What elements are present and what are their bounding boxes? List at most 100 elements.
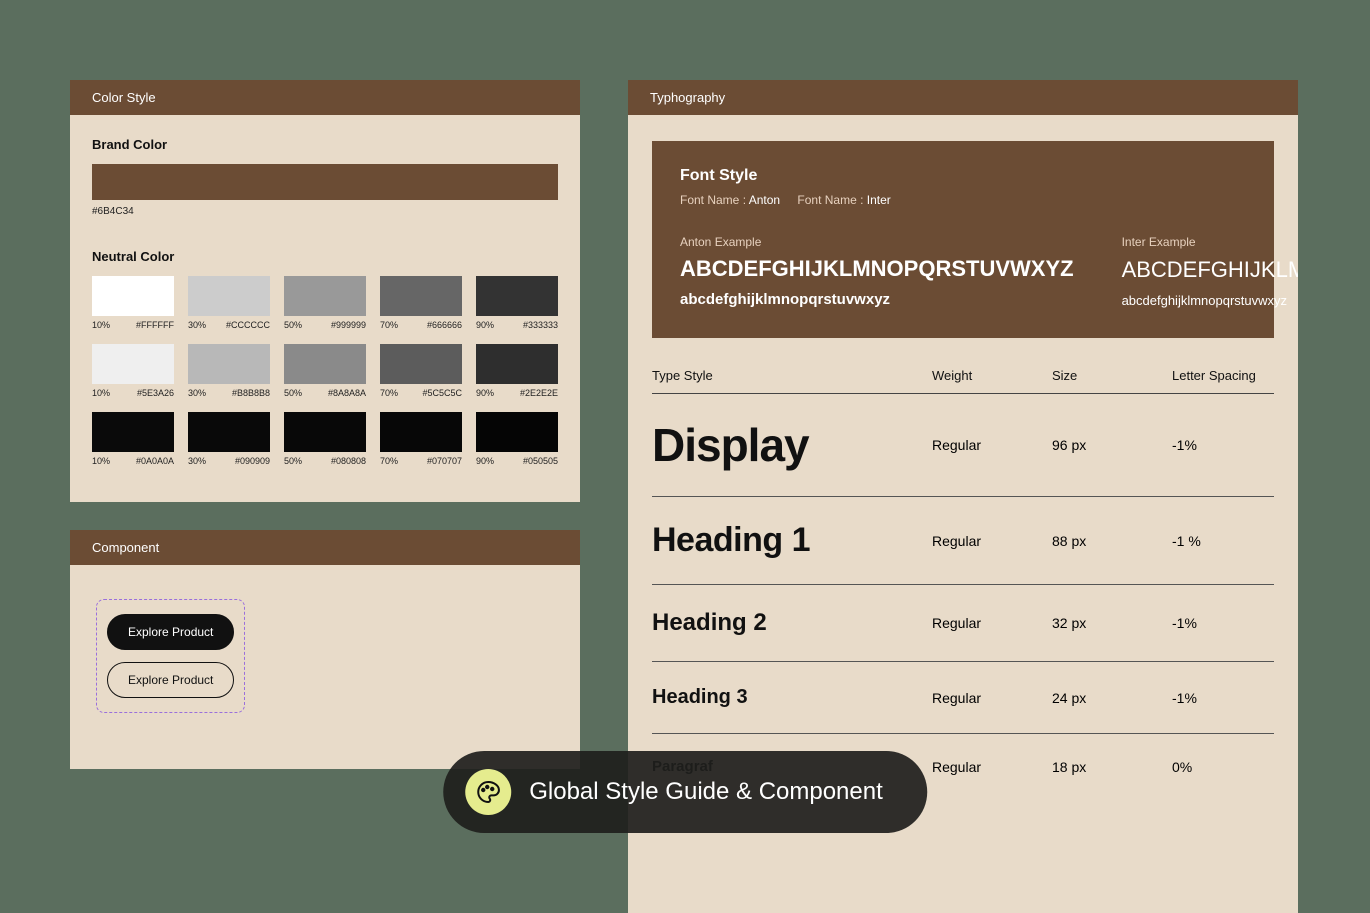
swatch-meta: 50% #999999	[284, 320, 366, 330]
type-row: Heading 1Regular88 px-1 %	[652, 496, 1274, 584]
anton-example-label: Anton Example	[680, 235, 1074, 249]
swatch-meta: 10%#FFFFFF	[92, 320, 174, 330]
neutral-grid-container: 10%#FFFFFF30%#CCCCCC50%#99999970%#666666…	[92, 276, 558, 466]
explore-product-button-ghost[interactable]: Explore Product	[107, 662, 234, 698]
overlay-title: Global Style Guide & Component	[529, 778, 883, 806]
swatch-hex: #8A8A8A	[328, 388, 366, 398]
type-spacing: -1 %	[1172, 533, 1292, 549]
color-style-body: Brand Color #6B4C34 Neutral Color 10%#FF…	[70, 115, 580, 502]
swatch-cell: 90%#333333	[476, 276, 558, 330]
swatch-pct: 30%	[188, 456, 206, 466]
swatch-meta: 70%#666666	[380, 320, 462, 330]
font-names: Font Name : Anton Font Name : Inter	[680, 193, 1246, 207]
type-weight: Regular	[932, 690, 1052, 706]
font-style-label: Font Style	[680, 167, 1246, 185]
swatch-pct: 50%	[284, 456, 302, 466]
swatch-meta: 10% #5E3A26	[92, 388, 174, 398]
type-sample: Heading 3	[652, 686, 932, 709]
swatch-hex: #666666	[427, 320, 462, 330]
type-size: 96 px	[1052, 437, 1172, 453]
swatch-pct: 90%	[476, 456, 494, 466]
color-swatch	[92, 276, 174, 316]
swatch-hex: #B8B8B8	[232, 388, 270, 398]
swatch-hex: #5C5C5C	[422, 388, 462, 398]
swatch-cell: 70%#666666	[380, 276, 462, 330]
swatch-pct: 70%	[380, 456, 398, 466]
color-swatch	[284, 344, 366, 384]
color-swatch	[476, 412, 558, 452]
swatch-pct: 70%	[380, 388, 398, 398]
swatch-cell: 50% #080808	[284, 412, 366, 466]
swatch-hex: #050505	[523, 456, 558, 466]
type-weight: Regular	[932, 615, 1052, 631]
component-panel: Component Explore Product Explore Produc…	[70, 530, 580, 769]
swatch-hex: #080808	[331, 456, 366, 466]
swatch-pct: 10%	[92, 456, 110, 466]
swatch-meta: 90%#333333	[476, 320, 558, 330]
brand-color-swatch	[92, 164, 558, 200]
type-row: Heading 2Regular32 px-1%	[652, 584, 1274, 661]
color-swatch	[188, 276, 270, 316]
type-spacing: 0%	[1172, 759, 1292, 775]
brand-color-label: Brand Color	[92, 137, 558, 152]
swatch-pct: 50%	[284, 320, 302, 330]
color-swatch	[188, 344, 270, 384]
type-spacing: -1%	[1172, 690, 1292, 706]
swatch-pct: 90%	[476, 388, 494, 398]
swatch-pct: 10%	[92, 320, 110, 330]
inter-example: Inter Example ABCDEFGHIJKLMNOPQRSTUVWXYZ…	[1122, 235, 1298, 308]
swatch-cell: 70% #5C5C5C	[380, 344, 462, 398]
component-frame: Explore Product Explore Product	[96, 599, 245, 713]
type-spacing: -1%	[1172, 615, 1292, 631]
component-body: Explore Product Explore Product	[70, 565, 580, 769]
palette-icon	[465, 769, 511, 815]
swatch-cell: 70% #070707	[380, 412, 462, 466]
swatch-pct: 10%	[92, 388, 110, 398]
swatch-meta: 10%#0A0A0A	[92, 456, 174, 466]
swatch-meta: 70% #5C5C5C	[380, 388, 462, 398]
swatch-cell: 30%#CCCCCC	[188, 276, 270, 330]
swatch-meta: 50% #8A8A8A	[284, 388, 366, 398]
swatch-meta: 70% #070707	[380, 456, 462, 466]
color-swatch	[380, 412, 462, 452]
swatch-row: 10%#0A0A0A 30% #090909 50% #080808 70% #070707…	[92, 412, 558, 466]
overlay-badge: Global Style Guide & Component	[443, 751, 927, 833]
type-sample: Heading 1	[652, 521, 932, 560]
neutral-color-label: Neutral Color	[92, 249, 558, 264]
font-name-2: Inter	[867, 193, 891, 207]
swatch-meta: 90% #2E2E2E	[476, 388, 558, 398]
swatch-pct: 50%	[284, 388, 302, 398]
swatch-cell: 90% #2E2E2E	[476, 344, 558, 398]
color-swatch	[380, 276, 462, 316]
swatch-row: 10%#FFFFFF 30%#CCCCCC 50% #999999 70%#666666…	[92, 276, 558, 330]
swatch-hex: #5E3A26	[137, 388, 174, 398]
th-size: Size	[1052, 368, 1172, 383]
th-spacing: Letter Spacing	[1172, 368, 1292, 383]
type-size: 18 px	[1052, 759, 1172, 775]
swatch-hex: #070707	[427, 456, 462, 466]
th-weight: Weight	[932, 368, 1052, 383]
swatch-cell: 90% #050505	[476, 412, 558, 466]
type-weight: Regular	[932, 759, 1052, 775]
color-swatch	[476, 276, 558, 316]
swatch-cell: 30% #B8B8B8	[188, 344, 270, 398]
swatch-cell: 10%#0A0A0A	[92, 412, 174, 466]
color-swatch	[92, 412, 174, 452]
type-size: 24 px	[1052, 690, 1172, 706]
swatch-hex: #2E2E2E	[520, 388, 558, 398]
neutral-section: Neutral Color 10%#FFFFFF 30%#CCCCCC 50% #99…	[92, 249, 558, 466]
swatch-meta: 30% #090909	[188, 456, 270, 466]
color-swatch	[380, 344, 462, 384]
swatch-hex: #999999	[331, 320, 366, 330]
font-name-label-1: Font Name :	[680, 193, 746, 207]
font-name-label-2: Font Name :	[797, 193, 863, 207]
explore-product-button-solid[interactable]: Explore Product	[107, 614, 234, 650]
swatch-pct: 30%	[188, 388, 206, 398]
type-sample: Display	[652, 418, 932, 472]
swatch-hex: #090909	[235, 456, 270, 466]
anton-example: Anton Example ABCDEFGHIJKLMNOPQRSTUVWXYZ…	[680, 235, 1074, 308]
font-examples: Anton Example ABCDEFGHIJKLMNOPQRSTUVWXYZ…	[680, 235, 1246, 308]
type-size: 32 px	[1052, 615, 1172, 631]
swatch-meta: 50% #080808	[284, 456, 366, 466]
type-row: Heading 3Regular24 px-1%	[652, 661, 1274, 733]
